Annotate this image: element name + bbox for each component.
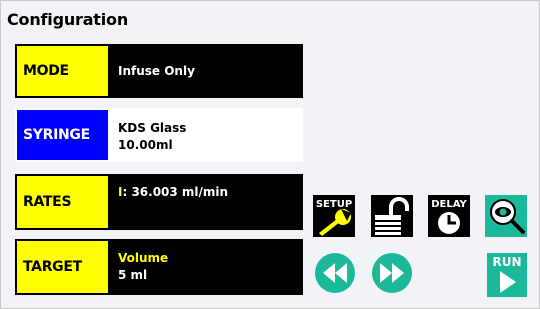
syringe-value: KDS Glass 10.00ml (108, 110, 301, 160)
rates-value-text: : 36.003 ml/min (122, 185, 229, 199)
target-type: Volume (118, 251, 169, 265)
target-row[interactable]: TARGET Volume 5 ml (15, 239, 303, 295)
setup-button[interactable]: SETUP (313, 195, 355, 237)
rates-row[interactable]: RATES I: 36.003 ml/min (15, 174, 303, 230)
configuration-screen: Configuration MODE Infuse Only SYRINGE K… (0, 0, 540, 309)
run-button[interactable]: RUN (487, 253, 527, 297)
page-title: Configuration (7, 10, 129, 29)
rates-label: RATES (17, 176, 108, 228)
clock-icon (438, 212, 460, 234)
target-label: TARGET (17, 241, 108, 293)
rewind-icon (315, 253, 355, 293)
mode-value: Infuse Only (108, 46, 301, 96)
fast-forward-button[interactable] (370, 251, 414, 295)
mode-value-text: Infuse Only (118, 63, 195, 78)
setup-label: SETUP (316, 199, 352, 210)
mode-label: MODE (17, 46, 108, 96)
run-label: RUN (492, 255, 521, 269)
rates-value: I: 36.003 ml/min (108, 176, 301, 228)
syringe-row[interactable]: SYRINGE KDS Glass 10.00ml (15, 108, 303, 162)
delay-label: DELAY (431, 199, 467, 210)
syringe-label: SYRINGE (17, 110, 108, 160)
fast-forward-icon (372, 253, 412, 293)
mode-row[interactable]: MODE Infuse Only (15, 44, 303, 98)
view-button[interactable] (485, 195, 527, 237)
lock-button[interactable] (371, 195, 413, 237)
target-value: Volume 5 ml (108, 241, 301, 293)
syringe-volume: 10.00ml (118, 138, 173, 152)
delay-button[interactable]: DELAY (428, 195, 470, 237)
target-amount: 5 ml (118, 268, 148, 282)
syringe-type: KDS Glass (118, 121, 187, 135)
rewind-button[interactable] (313, 251, 357, 295)
